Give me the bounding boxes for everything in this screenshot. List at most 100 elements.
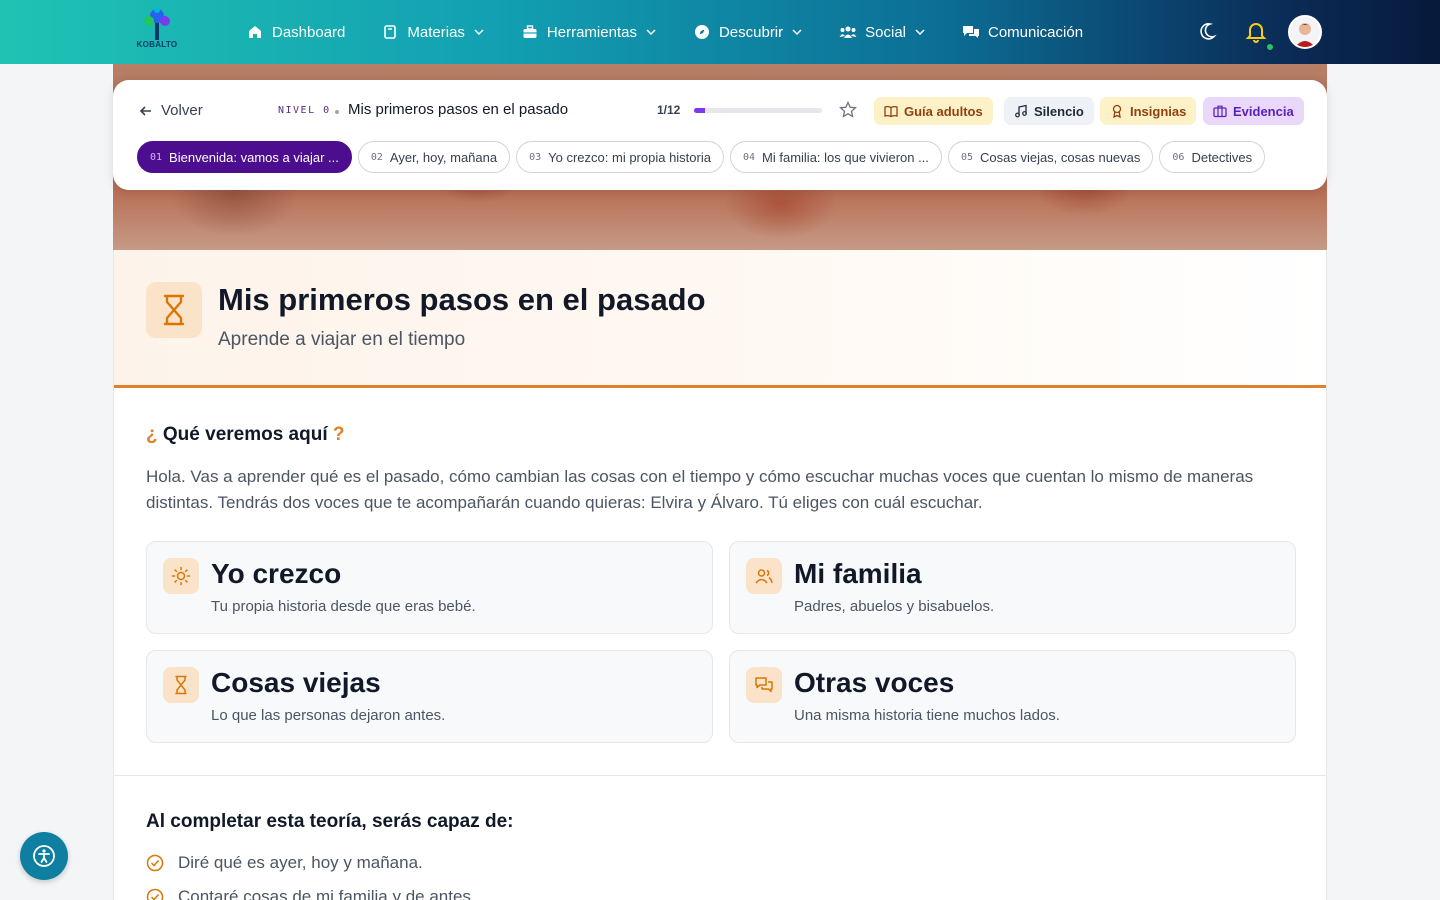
lesson-content: Mis primeros pasos en el pasado Aprende … — [113, 250, 1327, 900]
chat-icon — [962, 23, 980, 41]
silence-label: Silencio — [1034, 103, 1084, 119]
goal-text: Contaré cosas de mi familia y de antes. — [178, 887, 476, 900]
lesson-tab-03[interactable]: 03 Yo crezco: mi propia historia — [516, 141, 724, 173]
feature-desc: Lo que las personas dejaron antes. — [211, 707, 446, 724]
chevron-down-icon — [473, 26, 485, 38]
level-label: NIVEL 0 — [278, 105, 331, 116]
lesson-tab-05[interactable]: 05 Cosas viejas, cosas nuevas — [947, 141, 1154, 173]
adult-guide-button[interactable]: Guía adultos — [874, 97, 993, 125]
speech-bubbles-icon — [746, 667, 782, 703]
nav-label: Comunicación — [988, 23, 1084, 41]
tab-label: Yo crezco: mi propia historia — [548, 149, 711, 165]
main-nav: Dashboard Materias Herramientas Descubri… — [246, 0, 1119, 64]
notifications-bell-icon[interactable] — [1244, 19, 1268, 43]
arrow-left-icon — [139, 105, 151, 116]
separator-dot — [335, 110, 339, 114]
section-intro: Hola. Vas a aprender qué es el pasado, c… — [146, 467, 1254, 512]
tab-label: Bienvenida: vamos a viajar ... — [169, 149, 339, 165]
chevron-down-icon — [914, 26, 926, 38]
online-status-dot — [1265, 42, 1275, 52]
feature-title: Yo crezco — [211, 558, 342, 589]
goal-item: Diré qué es ayer, hoy y mañana. — [146, 853, 423, 873]
briefcase-icon — [1213, 104, 1227, 118]
open-book-icon — [884, 104, 898, 118]
badges-button[interactable]: Insignias — [1100, 97, 1197, 125]
tab-number: 01 — [150, 151, 163, 163]
users-icon — [839, 23, 857, 41]
book-icon — [381, 23, 399, 41]
tab-label: Mi familia: los que vivieron ... — [762, 149, 929, 165]
progress-counter: 1/12 — [657, 103, 681, 117]
nav-label: Herramientas — [546, 23, 637, 41]
dark-mode-toggle-moon-icon[interactable] — [1199, 21, 1221, 43]
feature-card-otras-voces: Otras voces Una misma historia tiene muc… — [729, 650, 1296, 743]
lesson-tab-06[interactable]: 06 Detectives — [1159, 141, 1266, 173]
progress-fill — [694, 108, 705, 113]
badges-label: Insignias — [1130, 103, 1187, 119]
nav-materias[interactable]: Materias — [381, 23, 485, 41]
back-button[interactable]: Volver — [139, 102, 203, 119]
tab-number: 02 — [370, 151, 383, 163]
compass-icon — [693, 23, 711, 41]
topic-title: Mis primeros pasos en el pasado — [348, 101, 569, 118]
top-navbar: KOBALTO Dashboard Materias Herramientas — [0, 0, 1440, 64]
evidence-button[interactable]: Evidencia — [1203, 97, 1304, 125]
back-label: Volver — [161, 102, 203, 119]
music-note-icon — [1014, 104, 1028, 118]
nav-social[interactable]: Social — [839, 23, 926, 41]
accessibility-icon — [33, 845, 55, 867]
favorite-star-icon[interactable] — [839, 100, 857, 119]
feature-card-yo-crezco: Yo crezco Tu propia historia desde que e… — [146, 541, 713, 634]
lesson-tab-04[interactable]: 04 Mi familia: los que vivieron ... — [729, 141, 942, 173]
tree-logo-icon — [144, 7, 170, 40]
tab-number: 05 — [960, 151, 973, 163]
evidence-label: Evidencia — [1233, 103, 1294, 119]
silence-button[interactable]: Silencio — [1004, 97, 1094, 125]
sun-icon — [163, 558, 199, 594]
lesson-tab-01[interactable]: 01 Bienvenida: vamos a viajar ... — [137, 141, 352, 173]
nav-dashboard[interactable]: Dashboard — [246, 23, 345, 41]
tab-number: 06 — [1172, 151, 1185, 163]
chevron-down-icon — [791, 26, 803, 38]
lesson-toolbar: Volver NIVEL 0 Mis primeros pasos en el … — [113, 80, 1327, 190]
feature-desc: Una misma historia tiene muchos lados. — [794, 707, 1060, 724]
feature-title: Cosas viejas — [211, 667, 381, 698]
chevron-down-icon — [645, 26, 657, 38]
feature-card-mi-familia: Mi familia Padres, abuelos y bisabuelos. — [729, 541, 1296, 634]
toolbox-icon — [521, 23, 539, 41]
nav-label: Social — [865, 23, 906, 41]
family-icon — [746, 558, 782, 594]
check-circle-icon — [146, 888, 164, 900]
feature-card-cosas-viejas: Cosas viejas Lo que las personas dejaron… — [146, 650, 713, 743]
nav-descubrir[interactable]: Descubrir — [693, 23, 803, 41]
page-title: Mis primeros pasos en el pasado — [218, 282, 706, 317]
question-open: ¿ — [146, 424, 158, 445]
feature-desc: Tu propia historia desde que eras bebé. — [211, 598, 476, 615]
accessibility-button[interactable] — [20, 832, 68, 880]
check-circle-icon — [146, 854, 164, 872]
tab-number: 03 — [529, 151, 542, 163]
nav-comunicacion[interactable]: Comunicación — [962, 23, 1083, 41]
section-title-text: Qué veremos aquí — [162, 424, 328, 445]
nav-label: Materias — [407, 23, 465, 41]
award-icon — [1110, 104, 1124, 118]
kobalto-logo[interactable]: KOBALTO — [133, 6, 181, 58]
logo-text: KOBALTO — [136, 40, 178, 49]
nav-herramientas[interactable]: Herramientas — [521, 23, 657, 41]
goal-text: Diré qué es ayer, hoy y mañana. — [178, 853, 423, 872]
lesson-tab-02[interactable]: 02 Ayer, hoy, mañana — [357, 141, 511, 173]
goals-title: Al completar esta teoría, serás capaz de… — [146, 811, 514, 832]
lesson-header: Mis primeros pasos en el pasado Aprende … — [114, 250, 1326, 388]
progress-bar — [694, 108, 822, 113]
nav-label: Dashboard — [272, 23, 346, 41]
goal-item: Contaré cosas de mi familia y de antes. — [146, 887, 476, 900]
user-avatar[interactable] — [1288, 15, 1322, 49]
feature-desc: Padres, abuelos y bisabuelos. — [794, 598, 995, 615]
adult-guide-label: Guía adultos — [904, 103, 983, 119]
tab-label: Ayer, hoy, mañana — [389, 149, 498, 165]
tab-number: 04 — [742, 151, 756, 163]
question-close: ? — [332, 424, 345, 445]
tab-label: Detectives — [1191, 149, 1253, 165]
page-subtitle: Aprende a viajar en el tiempo — [218, 329, 466, 350]
home-icon — [246, 23, 264, 41]
